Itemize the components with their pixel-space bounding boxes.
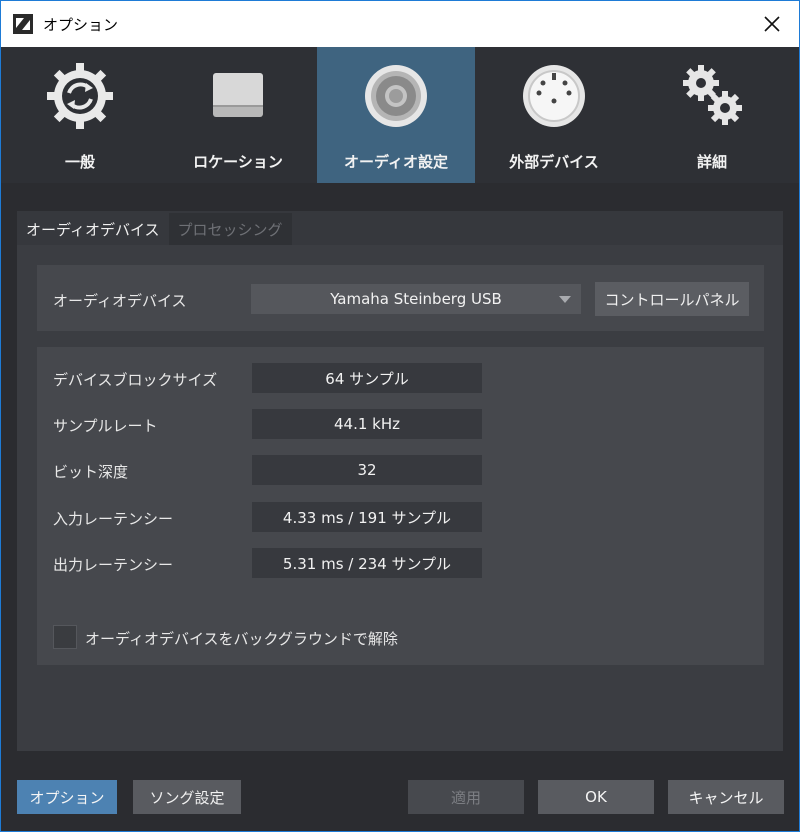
release-device-label: オーディオデバイスをバックグラウンドで解除 [85, 630, 398, 648]
tab-processing[interactable]: プロセッシング [168, 213, 292, 245]
category-label: 一般 [64, 153, 95, 171]
song-settings-button[interactable]: ソング設定 [133, 780, 241, 814]
app-logo-icon [13, 14, 33, 34]
category-external-devices[interactable]: 外部デバイス [475, 47, 633, 183]
options-button[interactable]: オプション [17, 780, 117, 814]
category-label: 詳細 [696, 153, 727, 171]
options-window: オプション 一般 ロケーション オーディオ設定 外部デバイス 詳細 オーディオデ… [0, 0, 800, 832]
category-locations[interactable]: ロケーション [159, 47, 317, 183]
cancel-button[interactable]: キャンセル [668, 780, 784, 814]
midi-port-icon [519, 61, 589, 131]
apply-button[interactable]: 適用 [408, 780, 524, 814]
sample-rate-label: サンプルレート [53, 417, 158, 435]
window-title: オプション [43, 15, 119, 34]
category-toolbar: 一般 ロケーション オーディオ設定 外部デバイス 詳細 [1, 47, 799, 183]
input-latency-label: 入力レーテンシー [53, 510, 174, 528]
close-icon [764, 16, 780, 32]
audio-device-label: オーディオデバイス [53, 292, 187, 310]
category-label: オーディオ設定 [344, 153, 448, 171]
control-panel-button[interactable]: コントロールパネル [595, 282, 749, 316]
bit-depth-label: ビット深度 [53, 463, 129, 481]
category-label: ロケーション [193, 153, 283, 171]
category-label: 外部デバイス [509, 153, 599, 171]
close-button[interactable] [751, 3, 793, 45]
sync-gear-icon [45, 61, 115, 131]
sub-tab-bar: オーディオデバイス プロセッシング [17, 213, 292, 245]
category-general[interactable]: 一般 [1, 47, 159, 183]
output-latency-value: 5.31 ms / 234 サンプル [252, 548, 482, 578]
audio-device-dropdown[interactable]: Yamaha Steinberg USB [251, 284, 581, 314]
ok-button[interactable]: OK [538, 780, 654, 814]
audio-device-selected: Yamaha Steinberg USB [330, 290, 502, 308]
sample-rate-value: 44.1 kHz [252, 409, 482, 439]
chevron-down-icon [559, 296, 571, 303]
drive-icon [203, 61, 273, 131]
release-device-checkbox[interactable] [53, 625, 77, 649]
speaker-icon [361, 61, 431, 131]
tab-audio-device[interactable]: オーディオデバイス [17, 213, 169, 245]
bit-depth-value: 32 [252, 455, 482, 485]
input-latency-value: 4.33 ms / 191 サンプル [252, 502, 482, 532]
gears-icon [677, 61, 747, 131]
block-size-value: 64 サンプル [252, 363, 482, 393]
title-bar: オプション [1, 1, 799, 47]
category-audio-settings[interactable]: オーディオ設定 [317, 47, 475, 183]
category-advanced[interactable]: 詳細 [633, 47, 791, 183]
block-size-label: デバイスブロックサイズ [53, 371, 218, 389]
output-latency-label: 出力レーテンシー [53, 556, 174, 574]
